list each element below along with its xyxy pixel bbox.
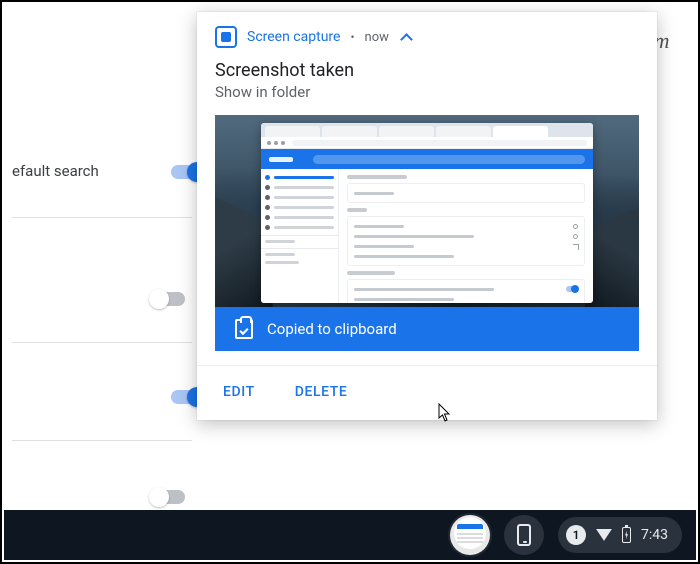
- separator-dot: •: [350, 30, 354, 44]
- settings-header-bar: [261, 149, 593, 169]
- notification-header: Screen capture • now: [197, 12, 657, 54]
- browser-tab: [436, 126, 491, 137]
- status-tray[interactable]: 1 7:43: [558, 517, 682, 553]
- settings-toggle-off-2[interactable]: [151, 490, 185, 504]
- notification-time: now: [365, 30, 389, 45]
- copied-to-clipboard-banner: Copied to clipboard: [215, 307, 639, 351]
- notification-title: Screenshot taken: [215, 60, 639, 81]
- browser-tab: [379, 126, 434, 137]
- show-in-folder-link[interactable]: Show in folder: [215, 83, 639, 101]
- screenshot-notification: Screen capture • now Screenshot taken Sh…: [197, 12, 657, 420]
- clipboard-icon: [235, 319, 253, 339]
- divider: [12, 440, 192, 441]
- holding-space-thumbnail[interactable]: [450, 515, 490, 555]
- settings-main-panel: [339, 169, 593, 303]
- notification-actions: EDIT DELETE: [197, 365, 657, 420]
- phone-hub-icon[interactable]: [504, 515, 544, 555]
- browser-tab: [265, 126, 320, 137]
- battery-charging-icon: [622, 527, 631, 543]
- clock: 7:43: [641, 527, 668, 543]
- browser-tab-active: [493, 126, 548, 137]
- screen-capture-app-icon: [215, 26, 237, 48]
- wifi-icon: [596, 529, 612, 541]
- notification-count-badge: 1: [566, 525, 586, 545]
- notification-body: Screenshot taken Show in folder: [197, 60, 657, 365]
- default-search-label: efault search: [12, 162, 99, 180]
- collapse-icon[interactable]: [399, 32, 415, 42]
- edit-button[interactable]: EDIT: [223, 384, 255, 400]
- settings-toggle-off[interactable]: [151, 292, 185, 306]
- divider: [12, 217, 192, 218]
- screenshot-thumbnail[interactable]: Copied to clipboard: [215, 115, 639, 351]
- notification-app-name: Screen capture: [247, 29, 340, 45]
- clipboard-status-text: Copied to clipboard: [267, 320, 397, 338]
- browser-tab: [322, 126, 377, 137]
- settings-sidebar: [261, 169, 339, 303]
- shelf: 1 7:43: [4, 510, 696, 560]
- delete-button[interactable]: DELETE: [295, 384, 348, 400]
- divider: [12, 342, 192, 343]
- tab-strip: [261, 123, 593, 137]
- captured-chrome-window: [261, 123, 593, 303]
- omnibox: [261, 137, 593, 149]
